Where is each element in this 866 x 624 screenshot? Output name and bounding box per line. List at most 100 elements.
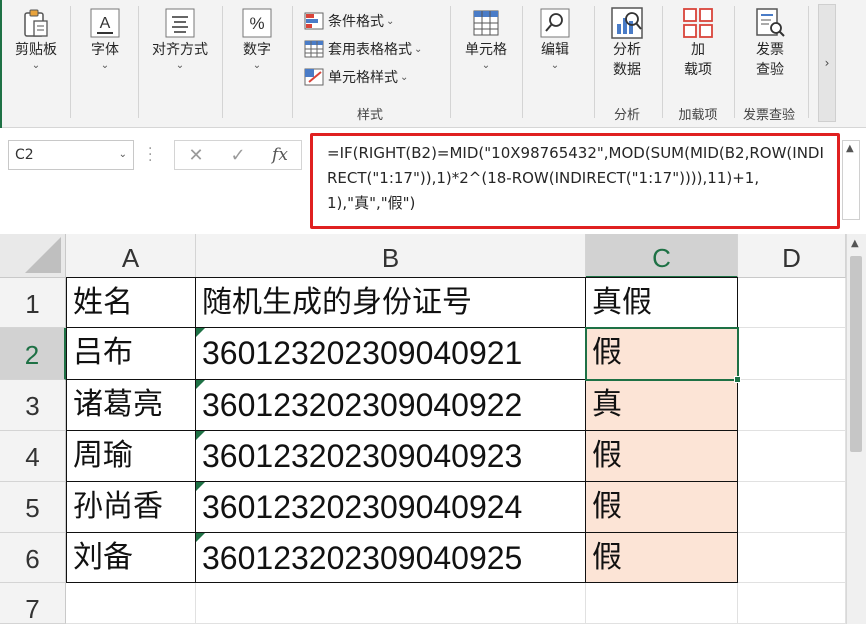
chevron-down-icon: ⌄ <box>175 60 185 71</box>
invoice-check-line2: 查验 <box>756 62 784 78</box>
column-header-a[interactable]: A <box>66 234 196 278</box>
font-icon: A <box>88 6 122 40</box>
cell-c7[interactable] <box>586 583 738 624</box>
cell-c5[interactable]: 假 <box>586 482 738 533</box>
ribbon-separator <box>808 6 809 118</box>
ribbon-separator <box>734 6 735 118</box>
cell-b7[interactable] <box>196 583 586 624</box>
name-box[interactable]: C2 ⌄ <box>8 140 134 170</box>
error-indicator-icon <box>196 482 205 491</box>
ribbon-edge <box>0 0 2 128</box>
cell-b4[interactable]: 360123202309040923 <box>196 431 586 482</box>
cell-c1[interactable]: 真假 <box>586 277 738 328</box>
ribbon-scroll-right-button[interactable]: › <box>818 4 836 122</box>
formula-buttons: ✕ ✓ fx <box>174 140 302 170</box>
cell-a6[interactable]: 刘备 <box>66 533 196 583</box>
column-header-c[interactable]: C <box>586 234 738 278</box>
add-ins-icon <box>681 6 715 40</box>
select-all-button[interactable] <box>0 234 66 278</box>
cell-a1[interactable]: 姓名 <box>66 277 196 328</box>
chevron-down-icon: ⌄ <box>31 60 41 71</box>
row-header-5[interactable]: 5 <box>0 482 66 533</box>
invoice-check-button[interactable]: 发票 查验 <box>740 6 800 80</box>
row-header-1[interactable]: 1 <box>0 278 66 328</box>
cell-b2-value: 360123202309040921 <box>202 335 523 371</box>
name-box-value: C2 <box>15 147 34 163</box>
insert-function-icon[interactable]: fx <box>265 145 295 165</box>
cell-a7[interactable] <box>66 583 196 624</box>
analyze-data-line2: 数据 <box>613 62 641 78</box>
cell-d3[interactable] <box>738 380 846 431</box>
cell-d4[interactable] <box>738 431 846 482</box>
cell-d2[interactable] <box>738 328 846 380</box>
ribbon-separator <box>594 6 595 118</box>
row-header-4[interactable]: 4 <box>0 431 66 482</box>
chevron-right-icon: › <box>824 56 830 70</box>
cell-d7[interactable] <box>738 583 846 624</box>
add-ins-line2: 载项 <box>684 62 712 78</box>
number-label: 数字 <box>243 42 271 58</box>
cancel-icon[interactable]: ✕ <box>181 145 211 166</box>
cell-b2[interactable]: 360123202309040921 <box>196 328 586 380</box>
editing-button[interactable]: 编辑 ⌄ <box>530 6 580 72</box>
font-button[interactable]: A 字体 ⌄ <box>80 6 130 72</box>
cell-a5[interactable]: 孙尚香 <box>66 482 196 533</box>
clipboard-icon <box>19 6 53 40</box>
column-header-b[interactable]: B <box>196 234 586 278</box>
cells-icon <box>469 6 503 40</box>
analyze-data-line1: 分析 <box>613 42 641 58</box>
svg-text:A: A <box>100 15 111 32</box>
invoice-search-icon <box>753 6 787 40</box>
row-header-3[interactable]: 3 <box>0 380 66 431</box>
add-ins-line1: 加 <box>691 42 705 58</box>
percent-icon: % <box>240 6 274 40</box>
row-header-7[interactable]: 7 <box>0 583 66 624</box>
row-header-2[interactable]: 2 <box>0 328 66 380</box>
chevron-down-icon: ⌄ <box>400 71 409 83</box>
cell-b4-value: 360123202309040923 <box>202 438 523 474</box>
alignment-button[interactable]: 对齐方式 ⌄ <box>146 6 214 72</box>
analyze-data-button[interactable]: 分析 数据 <box>602 6 652 80</box>
cell-d1[interactable] <box>738 278 846 328</box>
row-header-6[interactable]: 6 <box>0 533 66 583</box>
conditional-format-button[interactable]: 条件格式 ⌄ <box>304 10 394 32</box>
cell-a2[interactable]: 吕布 <box>66 328 196 380</box>
editing-label: 编辑 <box>541 42 569 58</box>
cell-c4[interactable]: 假 <box>586 431 738 482</box>
invoice-group-label: 发票查验 <box>742 108 795 123</box>
cell-styles-label: 单元格样式 <box>328 70 398 86</box>
clipboard-button[interactable]: 剪贴板 ⌄ <box>8 6 64 72</box>
ribbon-separator <box>522 6 523 118</box>
select-all-icon <box>25 237 61 273</box>
cell-c6[interactable]: 假 <box>586 533 738 583</box>
cell-d6[interactable] <box>738 533 846 583</box>
cells-button[interactable]: 单元格 ⌄ <box>458 6 514 72</box>
splitter-handle[interactable]: · · · <box>148 142 154 168</box>
add-ins-button[interactable]: 加 载项 <box>672 6 724 80</box>
chevron-down-icon: ⌄ <box>252 60 262 71</box>
formula-input[interactable]: =IF(RIGHT(B2)=MID("10X98765432",MOD(SUM(… <box>310 133 840 229</box>
cell-a4[interactable]: 周瑜 <box>66 431 196 482</box>
cell-b5[interactable]: 360123202309040924 <box>196 482 586 533</box>
search-icon <box>538 6 572 40</box>
cell-b3[interactable]: 360123202309040922 <box>196 380 586 431</box>
vertical-scrollbar[interactable]: ▲ <box>846 234 866 624</box>
error-indicator-icon <box>196 431 205 440</box>
cell-b6[interactable]: 360123202309040925 <box>196 533 586 583</box>
scrollbar-thumb[interactable] <box>850 256 862 452</box>
chevron-up-icon[interactable]: ▲ <box>851 238 859 249</box>
confirm-icon[interactable]: ✓ <box>223 145 253 166</box>
cell-d5[interactable] <box>738 482 846 533</box>
cell-c3[interactable]: 真 <box>586 380 738 431</box>
formula-bar-scroll[interactable]: ▲ <box>842 140 860 220</box>
format-as-table-label: 套用表格格式 <box>328 42 412 58</box>
cell-styles-button[interactable]: 单元格样式 ⌄ <box>304 66 408 88</box>
format-as-table-button[interactable]: 套用表格格式 ⌄ <box>304 38 422 60</box>
cell-b1[interactable]: 随机生成的身份证号 <box>196 277 586 328</box>
cell-a3[interactable]: 诸葛亮 <box>66 380 196 431</box>
cell-c2[interactable]: 假 <box>586 328 738 380</box>
number-format-button[interactable]: % 数字 ⌄ <box>232 6 282 72</box>
chevron-up-icon: ▲ <box>846 143 854 154</box>
column-header-d[interactable]: D <box>738 234 846 278</box>
ribbon-separator <box>662 6 663 118</box>
